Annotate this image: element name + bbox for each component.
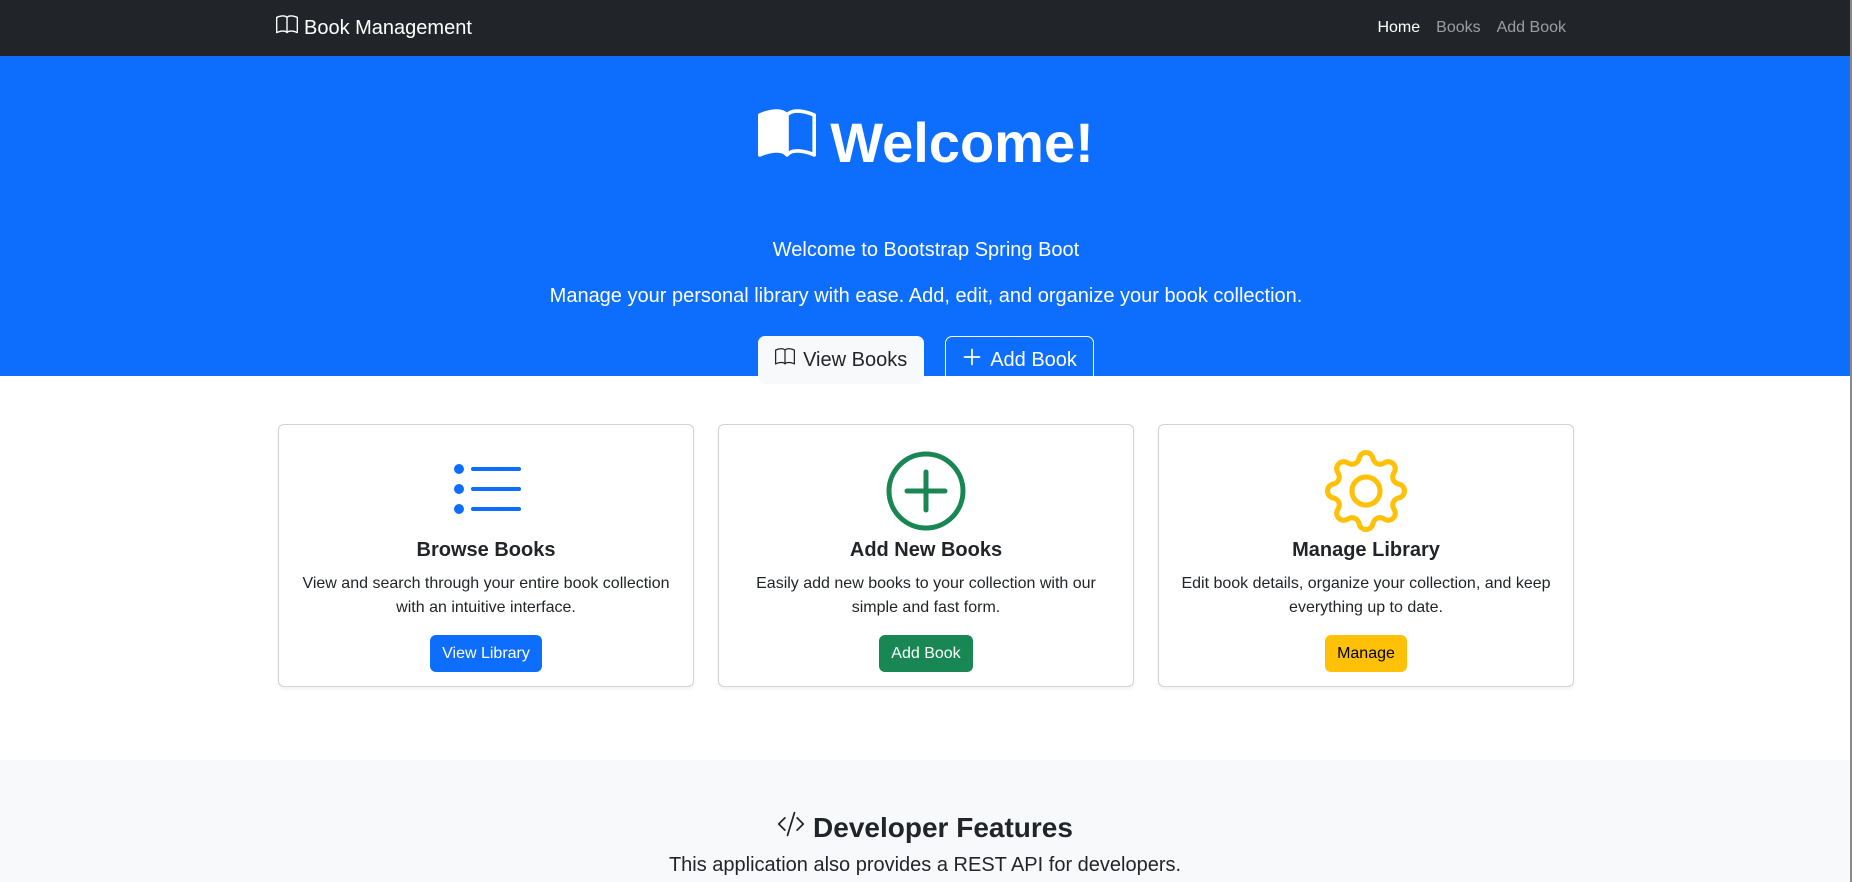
view-books-label: View Books <box>803 348 908 371</box>
card-browse-books: Browse Books View and search through you… <box>278 424 694 687</box>
hero-title-text: Welcome! <box>830 110 1094 174</box>
add-book-card-button[interactable]: Add Book <box>879 635 973 672</box>
developer-title-text: Developer Features <box>813 811 1073 843</box>
manage-button[interactable]: Manage <box>1325 635 1407 672</box>
developer-section: Developer Features This application also… <box>0 760 1850 882</box>
view-library-button[interactable]: View Library <box>430 635 542 672</box>
hero-lead: Welcome to Bootstrap Spring Boot <box>772 239 1080 261</box>
navbar-container: Book Management Home Books Add Book <box>276 0 1566 56</box>
developer-title: Developer Features <box>0 810 1850 845</box>
hero-buttons: View Books Add Book <box>0 336 1852 384</box>
plus-circle-icon <box>885 450 967 537</box>
brand-link[interactable]: Book Management <box>276 14 472 42</box>
navbar: Book Management Home Books Add Book <box>0 0 1852 56</box>
card-text: View and search through your entire book… <box>302 575 670 616</box>
card-text: Easily add new books to your collection … <box>756 575 1096 616</box>
card-manage-library: Manage Library Edit book details, organi… <box>1158 424 1574 687</box>
brand-label: Book Management <box>304 16 472 39</box>
plus-icon <box>962 347 982 373</box>
book-icon <box>276 14 298 42</box>
book-icon <box>775 347 796 373</box>
feature-cards: Browse Books View and search through you… <box>278 424 1574 687</box>
nav-link-add-book[interactable]: Add Book <box>1497 19 1566 37</box>
nav-link-books[interactable]: Books <box>1436 19 1480 37</box>
book-icon <box>758 106 817 178</box>
hero-section: Welcome! Welcome to Bootstrap Spring Boo… <box>0 56 1852 384</box>
card-add-new-books: Add New Books Easily add new books to yo… <box>718 424 1134 687</box>
card-title: Browse Books <box>416 539 556 561</box>
page: Book Management Home Books Add Book Welc… <box>0 0 1852 882</box>
code-icon <box>777 810 805 845</box>
hero-description: Manage your personal library with ease. … <box>549 285 1303 307</box>
add-book-button[interactable]: Add Book <box>945 336 1094 384</box>
list-icon <box>445 450 527 537</box>
card-title: Add New Books <box>849 539 1003 561</box>
card-title: Manage Library <box>1292 539 1440 561</box>
add-book-label: Add Book <box>990 348 1077 371</box>
gear-icon <box>1325 450 1407 537</box>
nav-links: Home Books Add Book <box>1377 19 1566 37</box>
card-text: Edit book details, organize your collect… <box>1181 575 1551 616</box>
hero-title: Welcome! <box>0 106 1852 178</box>
developer-lead: This application also provides a REST AP… <box>668 854 1182 876</box>
view-books-button[interactable]: View Books <box>758 336 925 384</box>
nav-link-home[interactable]: Home <box>1377 19 1420 37</box>
